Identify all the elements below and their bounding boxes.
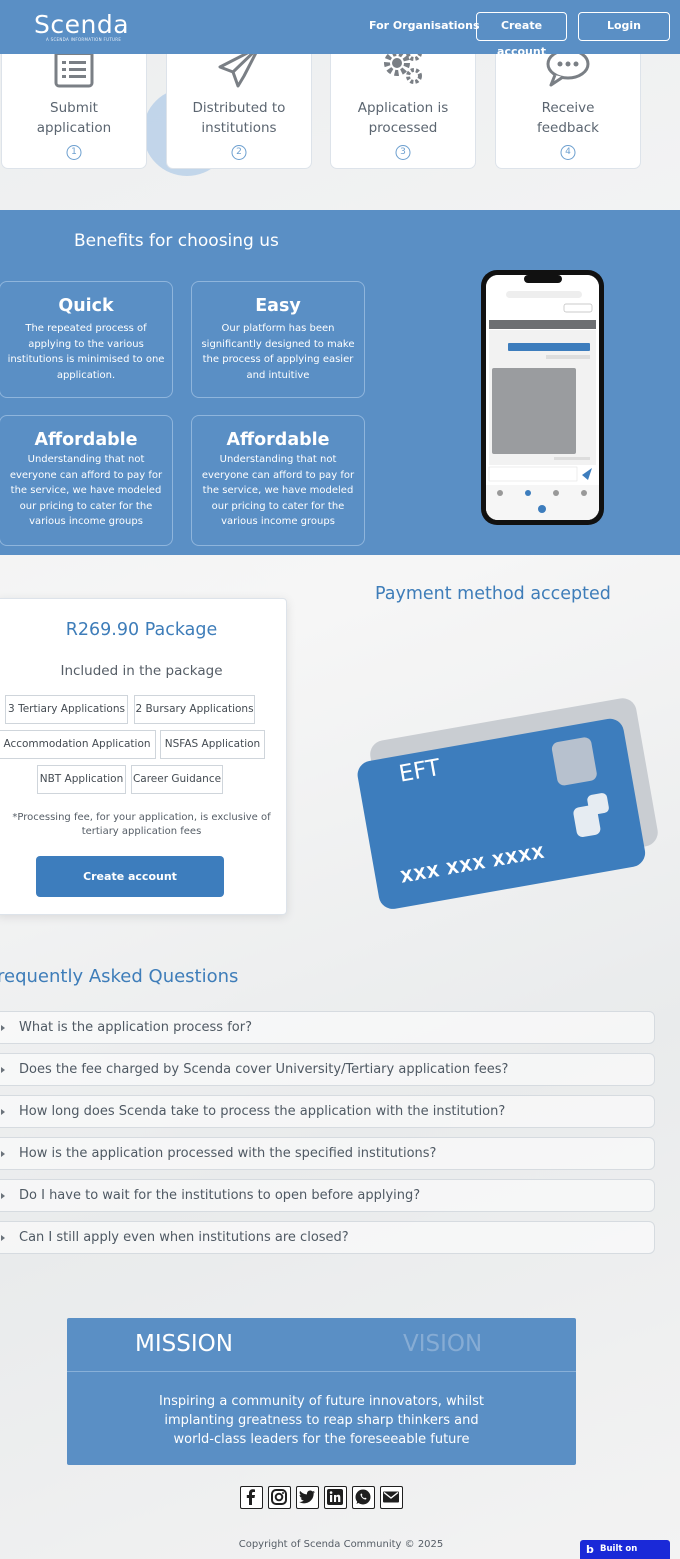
- benefit-text: Understanding that not everyone can affo…: [201, 454, 355, 527]
- faq-item[interactable]: Do I have to wait for the institutions t…: [0, 1179, 655, 1212]
- benefit-text: The repeated process of applying to the …: [7, 323, 165, 381]
- package-item: NSFAS Application: [160, 730, 265, 759]
- package-item: 2 Bursary Applications: [134, 695, 255, 724]
- benefit-card-affordable: Affordable Understanding that not everyo…: [0, 415, 173, 546]
- scenda-logo[interactable]: Scenda A SCENDA INFORMATION FUTURE: [34, 10, 129, 42]
- email-icon[interactable]: [380, 1486, 403, 1509]
- faq-item[interactable]: What is the application process for?: [0, 1011, 655, 1044]
- copyright-text: Copyright of Scenda Community © 2025: [238, 1539, 444, 1550]
- package-subtitle: Included in the package: [60, 663, 223, 679]
- package-item: Accommodation Application: [0, 730, 156, 759]
- step-label: Submit application: [36, 100, 112, 136]
- faq-question: How long does Scenda take to process the…: [19, 1104, 506, 1119]
- benefit-title: Affordable: [34, 430, 138, 450]
- benefit-title: Quick: [58, 296, 114, 316]
- faq-question: Can I still apply even when institutions…: [19, 1230, 349, 1245]
- login-button[interactable]: Login: [578, 12, 670, 41]
- benefits-title: Benefits for choosing us: [74, 231, 279, 251]
- package-create-account-button[interactable]: Create account: [36, 856, 224, 897]
- tab-vision[interactable]: VISION: [403, 1331, 482, 1357]
- site-header: Scenda A SCENDA INFORMATION FUTURE For O…: [0, 0, 680, 58]
- caret-right-icon: [1, 1067, 5, 1073]
- mission-statement: Inspiring a community of future innovato…: [159, 1394, 484, 1447]
- faq-title: requently Asked Questions: [0, 966, 239, 987]
- caret-right-icon: [1, 1025, 5, 1031]
- mission-vision-panel: MISSION VISION Inspiring a community of …: [67, 1318, 576, 1465]
- header-create-account-button[interactable]: Create account: [476, 12, 567, 58]
- logo-text: Scenda: [34, 10, 130, 39]
- step-number: 1: [66, 145, 82, 160]
- step-label: Distributed to institutions: [192, 100, 286, 136]
- caret-right-icon: [1, 1235, 5, 1241]
- step-label: Receive feedback: [536, 100, 599, 136]
- faq-item[interactable]: Can I still apply even when institutions…: [0, 1221, 655, 1254]
- benefit-title: Easy: [255, 296, 301, 316]
- phone-screen-illustration: [486, 275, 599, 520]
- instagram-icon[interactable]: [268, 1486, 291, 1509]
- benefit-text: Our platform has been significantly desi…: [201, 323, 355, 381]
- caret-right-icon: [1, 1193, 5, 1199]
- linkedin-icon[interactable]: [324, 1486, 347, 1509]
- benefit-card-quick: Quick The repeated process of applying t…: [0, 281, 173, 398]
- phone-screen: [486, 275, 599, 520]
- tab-mission[interactable]: MISSION: [135, 1331, 233, 1357]
- benefit-card-affordable-2: Affordable Understanding that not everyo…: [191, 415, 365, 546]
- bubble-badge-label: Built on Bubble: [600, 1544, 638, 1554]
- step-number: 2: [231, 145, 247, 160]
- nav-for-organisations[interactable]: For Organisations: [369, 19, 480, 32]
- faq-question: What is the application process for?: [19, 1020, 252, 1035]
- faq-question: Does the fee charged by Scenda cover Uni…: [19, 1062, 509, 1077]
- benefit-title: Affordable: [226, 430, 330, 450]
- faq-question: How is the application processed with th…: [19, 1146, 437, 1161]
- package-card: R269.90 Package Included in the package …: [0, 598, 287, 915]
- step-label: Application is processed: [357, 100, 449, 136]
- package-item: Career Guidance: [131, 765, 223, 794]
- benefit-card-easy: Easy Our platform has been significantly…: [191, 281, 365, 398]
- step-number: 4: [560, 145, 576, 160]
- faq-item[interactable]: Does the fee charged by Scenda cover Uni…: [0, 1053, 655, 1086]
- facebook-icon[interactable]: [240, 1486, 263, 1509]
- package-title: R269.90 Package: [65, 620, 218, 640]
- step-number: 3: [395, 145, 411, 160]
- built-on-bubble-badge[interactable]: b Built on Bubble: [580, 1540, 670, 1559]
- package-item: 3 Tertiary Applications: [5, 695, 128, 724]
- package-note: *Processing fee, for your application, i…: [12, 812, 271, 837]
- benefits-section: Benefits for choosing us Quick The repea…: [0, 210, 680, 555]
- bank-card-graphic: [357, 698, 658, 909]
- faq-item[interactable]: How long does Scenda take to process the…: [0, 1095, 655, 1128]
- eft-card-illustration: EFT XXX XXX XXXX: [350, 690, 660, 910]
- phone-mockup-image: [481, 270, 604, 525]
- bubble-logo-icon: b: [586, 1543, 594, 1556]
- twitter-icon[interactable]: [296, 1486, 319, 1509]
- mission-vision-tabs: MISSION VISION: [67, 1318, 576, 1372]
- caret-right-icon: [1, 1109, 5, 1115]
- faq-item[interactable]: How is the application processed with th…: [0, 1137, 655, 1170]
- benefit-text: Understanding that not everyone can affo…: [9, 454, 163, 527]
- whatsapp-icon[interactable]: [352, 1486, 375, 1509]
- faq-question: Do I have to wait for the institutions t…: [19, 1188, 421, 1203]
- caret-right-icon: [1, 1151, 5, 1157]
- payment-title: Payment method accepted: [375, 584, 611, 604]
- logo-tagline: A SCENDA INFORMATION FUTURE: [46, 37, 122, 42]
- package-item: NBT Application: [37, 765, 126, 794]
